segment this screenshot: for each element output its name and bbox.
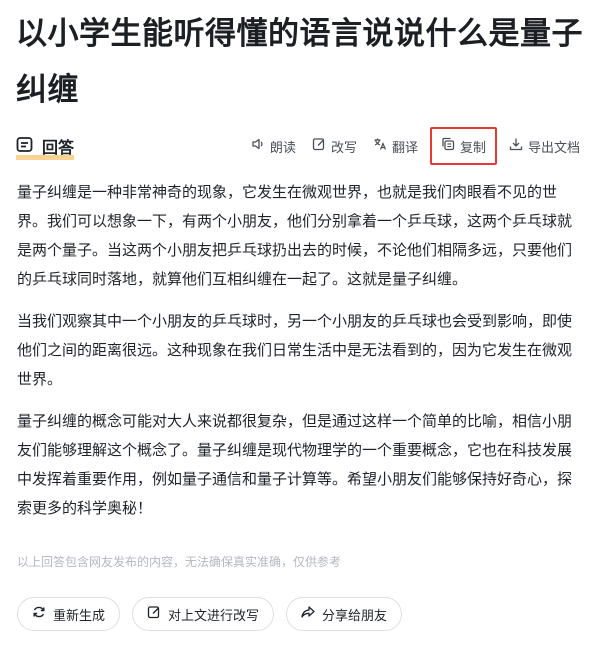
translate-label: 翻译 (391, 140, 418, 156)
rewrite-above-label: 对上文进行改写 (168, 608, 260, 624)
export-document-label: 导出文档 (527, 140, 580, 156)
rewrite-above-button[interactable]: 对上文进行改写 (132, 597, 275, 631)
translate-button[interactable]: 翻译 (365, 130, 426, 162)
answer-body: 量子纠缠是一种非常神奇的现象，它发生在微观世界，也就是我们肉眼看不见的世界。我们… (17, 178, 583, 536)
share-icon (301, 605, 315, 623)
refresh-icon (32, 605, 46, 623)
action-bar: 朗读 改写 翻译 复制 导出文档 (243, 127, 588, 165)
follow-up-actions: 重新生成 对上文进行改写 分享给朋友 (17, 597, 403, 631)
edit-icon (147, 605, 161, 623)
answer-paragraph: 当我们观察其中一个小朋友的乒乓球时，另一个小朋友的乒乓球也会受到影响，即使他们之… (17, 312, 573, 388)
read-aloud-label: 朗读 (269, 140, 296, 156)
download-icon (509, 137, 523, 155)
tab-answer[interactable]: 回答 (16, 128, 75, 164)
edit-icon (312, 137, 326, 155)
translate-icon (373, 137, 387, 155)
regenerate-label: 重新生成 (53, 608, 106, 624)
page-title: 以小学生能听得懂的语言说说什么是量子纠缠 (16, 16, 583, 108)
speaker-icon (251, 137, 265, 155)
answer-toolbar: 回答 朗读 改写 翻译 复制 导出文档 (16, 127, 588, 165)
copy-button[interactable]: 复制 (429, 127, 497, 165)
disclaimer-text: 以上回答包含网友发布的内容，无法确保真实准确，仅供参考 (17, 555, 342, 569)
share-button[interactable]: 分享给朋友 (286, 597, 403, 631)
copy-label: 复制 (459, 140, 486, 156)
tab-answer-label: 回答 (42, 138, 75, 157)
rewrite-label: 改写 (330, 140, 357, 156)
document-icon (16, 136, 33, 157)
rewrite-button[interactable]: 改写 (304, 130, 365, 162)
regenerate-button[interactable]: 重新生成 (17, 597, 121, 631)
copy-icon (441, 137, 455, 155)
answer-paragraph: 量子纠缠是一种非常神奇的现象，它发生在微观世界，也就是我们肉眼看不见的世界。我们… (17, 183, 573, 288)
export-document-button[interactable]: 导出文档 (501, 130, 588, 162)
share-label: 分享给朋友 (322, 608, 388, 624)
read-aloud-button[interactable]: 朗读 (243, 130, 304, 162)
answer-paragraph: 量子纠缠的概念可能对大人来说都很复杂，但是通过这样一个简单的比喻，相信小朋友们能… (17, 412, 573, 517)
